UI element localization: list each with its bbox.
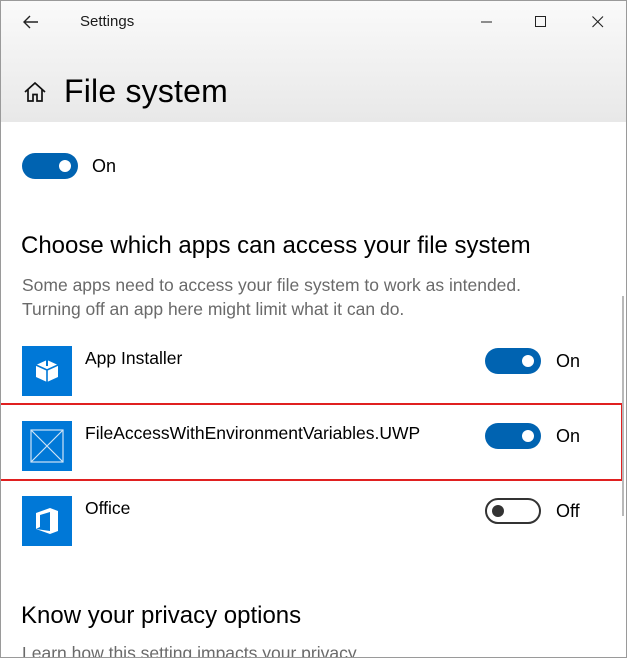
- apps-section-description-line2: Turning off an app here might limit what…: [22, 299, 405, 319]
- app-installer-toggle[interactable]: [485, 348, 541, 374]
- privacy-section-title: Know your privacy options: [21, 602, 302, 629]
- office-toggle[interactable]: [485, 498, 541, 524]
- scrollbar[interactable]: [622, 296, 624, 516]
- file-system-access-toggle[interactable]: [22, 153, 78, 179]
- title-bar: Settings: [1, 1, 626, 43]
- back-button[interactable]: [13, 5, 49, 39]
- toggle-knob: [59, 160, 71, 172]
- close-icon: [592, 16, 604, 28]
- office-logo-icon: [22, 496, 72, 546]
- app-installer-toggle-label: On: [556, 351, 581, 371]
- app-name: FileAccessWithEnvironmentVariables.UWP: [85, 423, 421, 443]
- arrow-left-icon: [23, 15, 38, 29]
- content-area: On Choose which apps can access your fil…: [1, 122, 626, 657]
- list-item-app-installer: App Installer On: [1, 346, 626, 420]
- office-toggle-label: Off: [556, 501, 580, 521]
- placeholder-app-icon: [22, 421, 72, 471]
- page-header: File system: [1, 63, 626, 121]
- file-access-uwp-toggle[interactable]: [485, 423, 541, 449]
- privacy-section-description: Learn how this setting impacts your priv…: [22, 643, 361, 658]
- apps-section-description-line1: Some apps need to access your file syste…: [22, 275, 522, 295]
- maximize-icon: [535, 16, 546, 27]
- file-system-access-toggle-label: On: [92, 156, 117, 176]
- list-item-office: Office Off: [1, 496, 626, 570]
- maximize-button[interactable]: [517, 1, 565, 43]
- list-item-file-access-uwp: FileAccessWithEnvironmentVariables.UWP O…: [1, 421, 626, 495]
- minimize-button[interactable]: [463, 1, 511, 43]
- page-title: File system: [64, 73, 228, 109]
- close-button[interactable]: [574, 1, 622, 43]
- app-name: App Installer: [85, 348, 183, 368]
- window-title: Settings: [80, 13, 135, 30]
- package-box-icon: [22, 346, 72, 396]
- app-name: Office: [85, 498, 131, 518]
- toggle-knob: [492, 505, 504, 517]
- settings-window: Settings File system On Choose which app…: [0, 0, 627, 658]
- toggle-knob: [522, 430, 534, 442]
- toggle-knob: [522, 355, 534, 367]
- file-access-uwp-toggle-label: On: [556, 426, 581, 446]
- home-icon[interactable]: [22, 79, 48, 105]
- minimize-icon: [481, 21, 492, 23]
- apps-section-title: Choose which apps can access your file s…: [21, 232, 531, 259]
